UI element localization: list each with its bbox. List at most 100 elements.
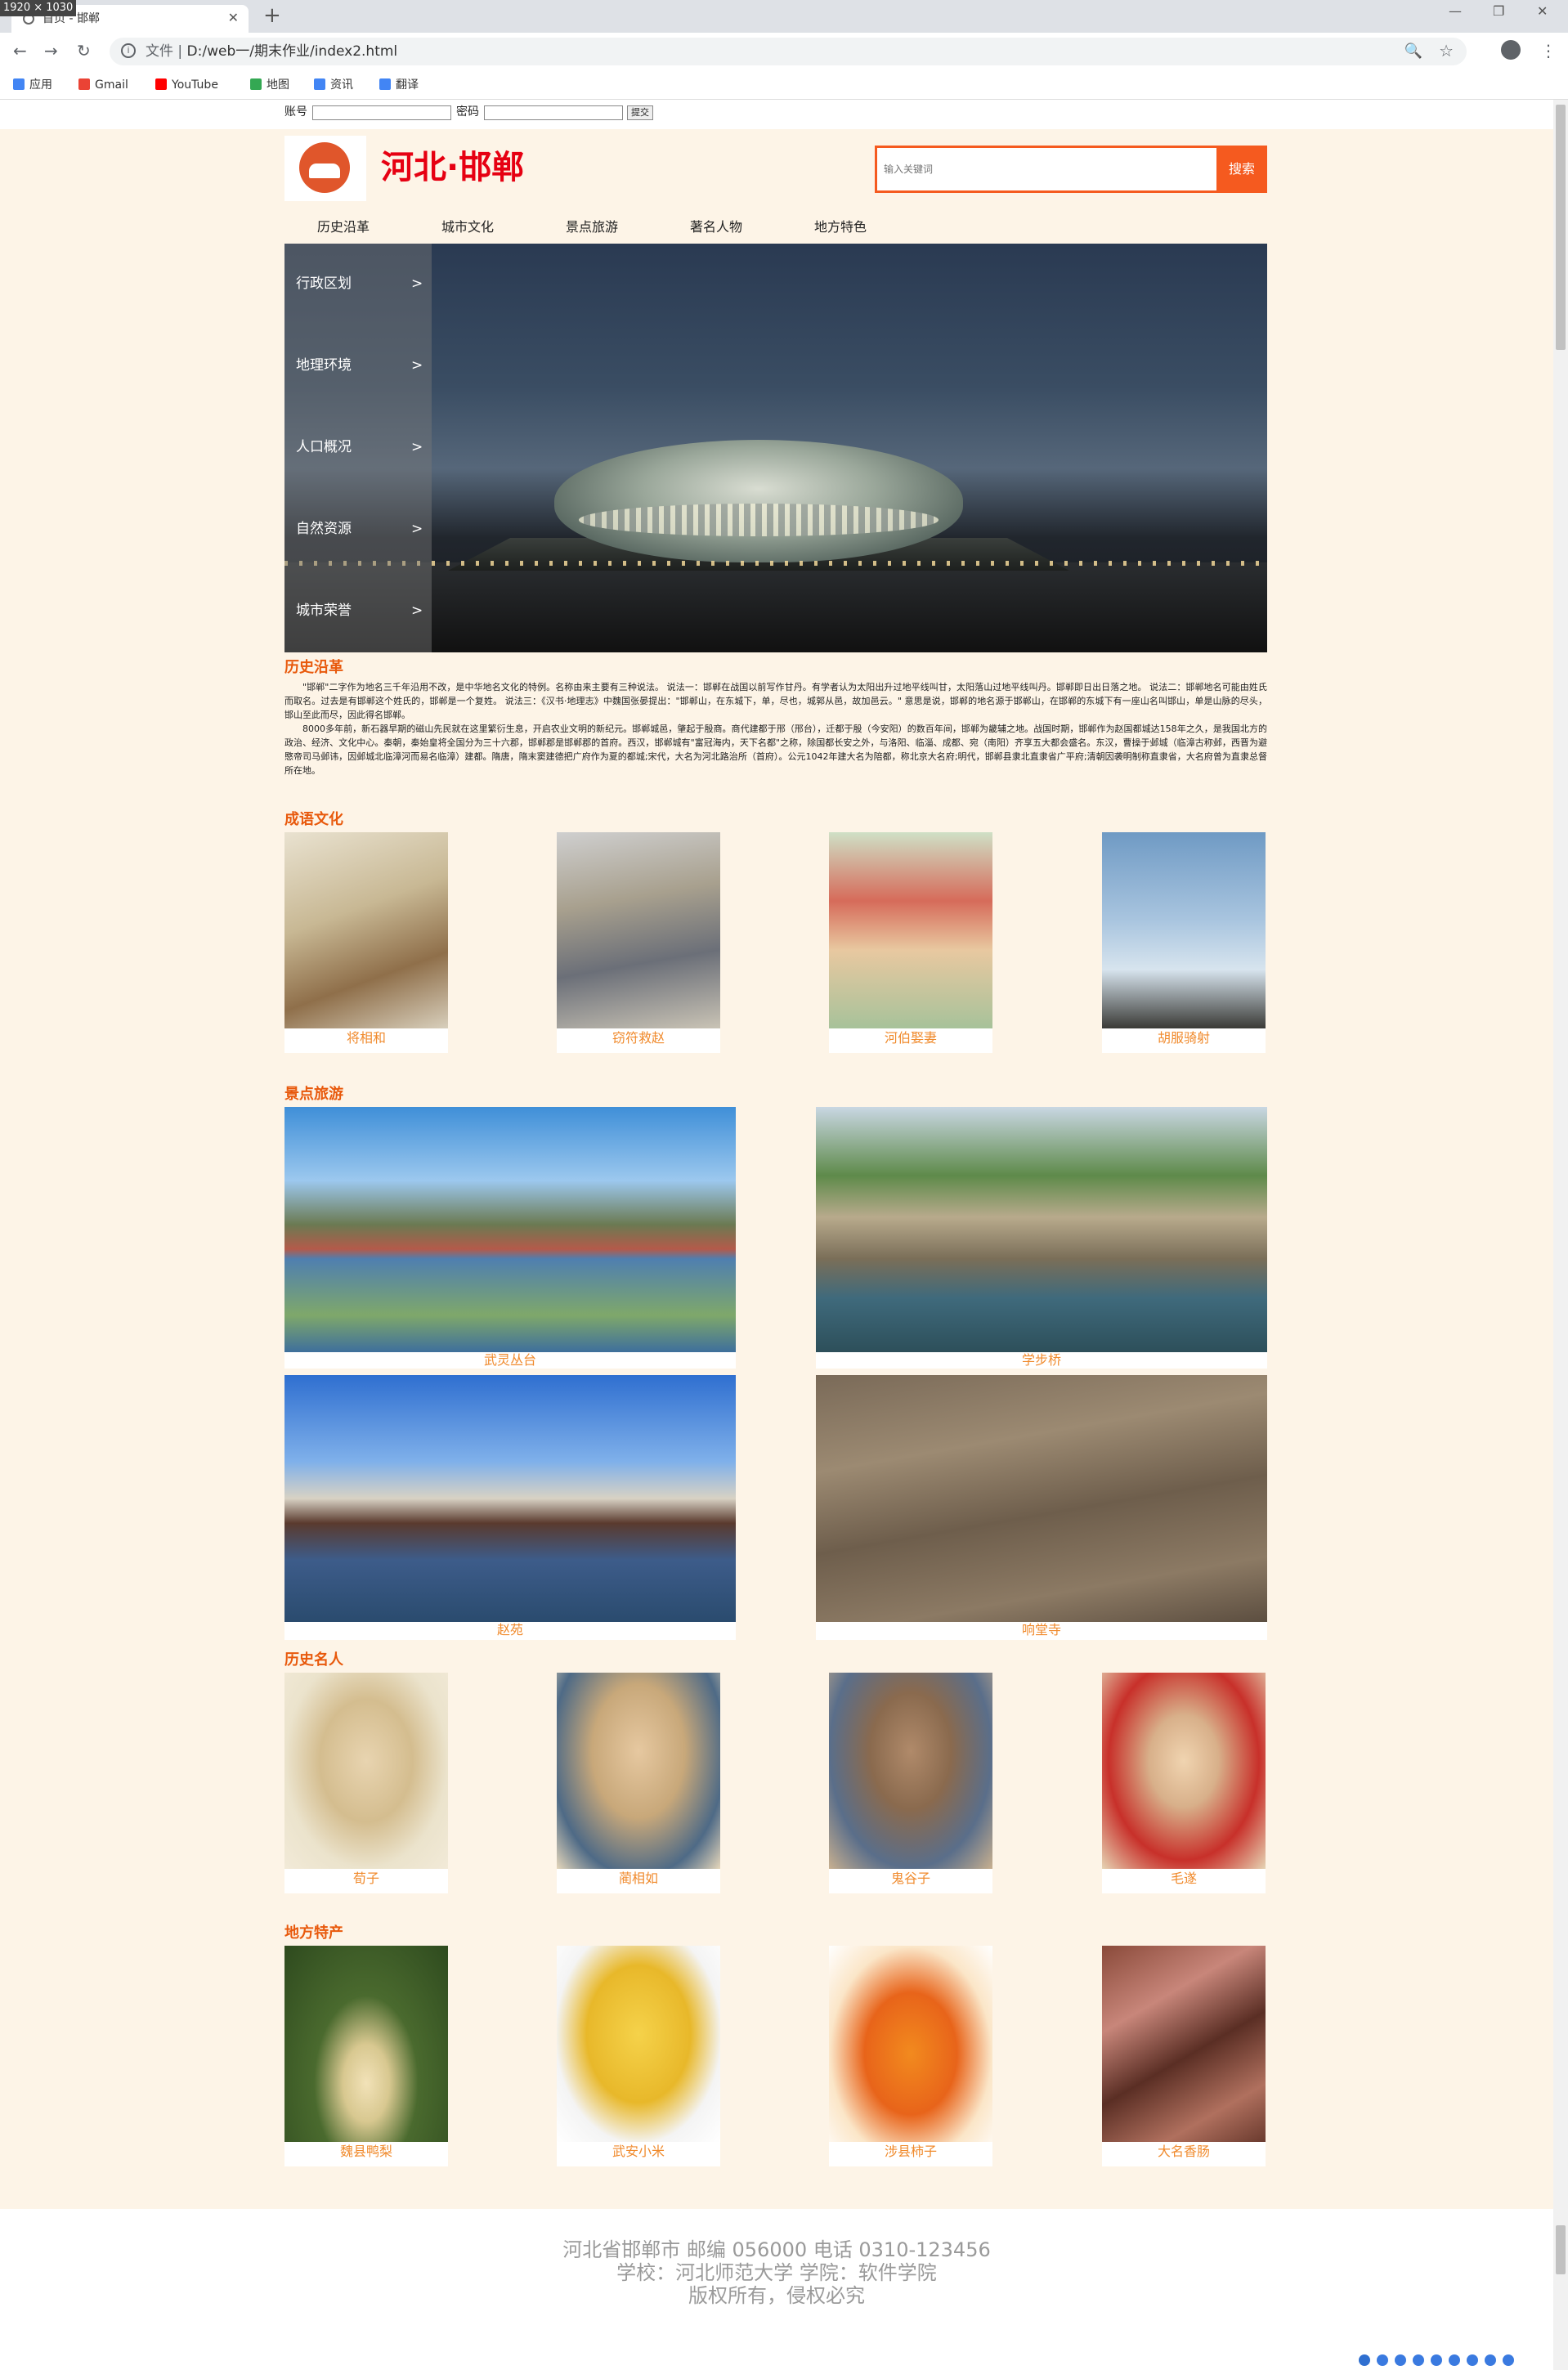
person-caption: 毛遂 (1170, 1870, 1197, 1886)
side-menu-item-admin[interactable]: 行政区划 > (284, 244, 432, 325)
menu-icon[interactable]: ⋮ (1540, 41, 1557, 60)
idiom-card[interactable]: 窃符救赵 (557, 832, 720, 1053)
section-title-people: 历史名人 (284, 1651, 343, 1669)
specialty-card[interactable]: 魏县鸭梨 (284, 1946, 448, 2166)
url-scheme: 文件 | (146, 43, 183, 60)
person-image (1102, 1673, 1266, 1869)
ime-punctuation-icon[interactable] (1395, 2354, 1406, 2366)
scenic-card[interactable]: 武灵丛台 (284, 1107, 736, 1369)
specialty-caption: 武安小米 (612, 2144, 665, 2159)
page-scrollbar[interactable] (1553, 100, 1568, 2370)
youtube-icon (155, 78, 167, 90)
scenic-image (816, 1107, 1267, 1352)
idiom-image (557, 832, 720, 1028)
maps-icon (250, 78, 262, 90)
ime-chinese-icon[interactable] (1377, 2354, 1388, 2366)
bookmark-apps[interactable]: 应用 (13, 77, 52, 93)
ime-settings-icon[interactable] (1503, 2354, 1514, 2366)
ime-logo-icon[interactable] (1359, 2354, 1370, 2366)
scrollbar-thumb[interactable] (1556, 105, 1566, 350)
address-text: 文件 | D:/web一/期末作业/index2.html (146, 43, 397, 60)
hero-banner: 行政区划 > 地理环境 > 人口概况 > 自然资源 > 城市荣誉 > (284, 244, 1267, 652)
person-card[interactable]: 荀子 (284, 1673, 448, 1893)
bookmark-label: 资讯 (330, 78, 353, 92)
scenic-image (284, 1107, 736, 1352)
side-menu-label: 人口概况 (296, 439, 352, 455)
specialty-caption: 涉县柿子 (884, 2144, 937, 2159)
section-title-specialty: 地方特产 (284, 1924, 343, 1942)
side-menu-item-population[interactable]: 人口概况 > (284, 407, 432, 489)
bookmark-label: 应用 (29, 78, 52, 92)
submit-button[interactable]: 提交 (627, 105, 653, 120)
chevron-right-icon: > (411, 439, 423, 455)
side-menu: 行政区划 > 地理环境 > 人口概况 > 自然资源 > 城市荣誉 > (284, 244, 432, 652)
specialty-card[interactable]: 涉县柿子 (829, 1946, 992, 2166)
search-button[interactable]: 搜索 (1216, 146, 1267, 193)
password-input[interactable] (484, 105, 623, 120)
ime-emoji-icon[interactable] (1413, 2354, 1424, 2366)
specialty-image (284, 1946, 448, 2142)
idiom-card[interactable]: 将相和 (284, 832, 448, 1053)
ime-scissors-icon[interactable] (1431, 2354, 1442, 2366)
footer-address: 河北省邯郸市 邮编 056000 电话 0310-123456 (562, 2238, 991, 2261)
bookmark-translate[interactable]: 翻译 (379, 77, 419, 93)
side-menu-label: 地理环境 (296, 357, 352, 374)
person-card[interactable]: 鬼谷子 (829, 1673, 992, 1893)
account-input[interactable] (312, 105, 451, 120)
person-card[interactable]: 蔺相如 (557, 1673, 720, 1893)
minimize-button[interactable]: — (1449, 3, 1462, 19)
forward-arrow-icon[interactable]: → (44, 41, 58, 60)
idiom-card[interactable]: 河伯娶妻 (829, 832, 992, 1053)
specialty-card[interactable]: 武安小米 (557, 1946, 720, 2166)
specialty-image (557, 1946, 720, 2142)
side-menu-item-honors[interactable]: 城市荣誉 > (284, 571, 432, 652)
close-window-button[interactable]: ✕ (1537, 3, 1548, 19)
back-arrow-icon[interactable]: ← (13, 41, 27, 60)
section-title-scenic: 景点旅游 (284, 1086, 343, 1103)
scenic-card[interactable]: 赵苑 (284, 1375, 736, 1640)
scenic-card[interactable]: 学步桥 (816, 1107, 1267, 1369)
search-box: 搜索 (875, 146, 1267, 193)
apps-grid-icon (13, 78, 25, 90)
person-card[interactable]: 毛遂 (1102, 1673, 1266, 1893)
nav-item-history[interactable]: 历史沿革 (317, 219, 370, 235)
nav-item-people[interactable]: 著名人物 (690, 219, 742, 235)
idiom-caption: 河伯娶妻 (884, 1030, 937, 1046)
url-path: D:/web一/期末作业/index2.html (186, 43, 398, 60)
idiom-image (829, 832, 992, 1028)
chevron-right-icon: > (411, 357, 423, 374)
info-icon[interactable]: i (121, 43, 136, 58)
bookmark-news[interactable]: 资讯 (314, 77, 353, 93)
scenic-image (284, 1375, 736, 1622)
site-logo[interactable] (284, 136, 366, 201)
idiom-card[interactable]: 胡服骑射 (1102, 832, 1266, 1053)
ime-skin-icon[interactable] (1485, 2354, 1496, 2366)
specialty-image (829, 1946, 992, 2142)
side-menu-item-resources[interactable]: 自然资源 > (284, 489, 432, 571)
person-caption: 荀子 (352, 1870, 379, 1886)
scenic-card[interactable]: 响堂寺 (816, 1375, 1267, 1640)
address-bar[interactable]: i 文件 | D:/web一/期末作业/index2.html 🔍 ☆ (110, 38, 1467, 65)
search-input[interactable] (884, 159, 1211, 179)
side-menu-item-geography[interactable]: 地理环境 > (284, 325, 432, 407)
ime-user-icon[interactable] (1467, 2354, 1478, 2366)
specialty-card[interactable]: 大名香肠 (1102, 1946, 1266, 2166)
ime-keyboard-icon[interactable] (1449, 2354, 1460, 2366)
profile-avatar[interactable] (1501, 40, 1521, 60)
bookmark-label: 地图 (267, 78, 289, 92)
bookmark-star-icon[interactable]: ☆ (1439, 41, 1454, 60)
nav-item-tourism[interactable]: 景点旅游 (566, 219, 618, 235)
idiom-caption: 窃符救赵 (612, 1030, 665, 1046)
new-tab-button[interactable]: + (263, 5, 281, 26)
restore-button[interactable]: ❐ (1493, 3, 1504, 19)
bookmark-gmail[interactable]: Gmail (78, 77, 128, 93)
nav-item-culture[interactable]: 城市文化 (441, 219, 494, 235)
nav-item-specialty[interactable]: 地方特色 (814, 219, 867, 235)
scrollbar-thumb-lower[interactable] (1556, 2225, 1566, 2274)
bookmark-maps[interactable]: 地图 (250, 77, 289, 93)
tab-close-icon[interactable]: ✕ (228, 10, 239, 25)
reload-icon[interactable]: ↻ (77, 41, 91, 60)
browser-toolbar: ← → ↻ i 文件 | D:/web一/期末作业/index2.html 🔍 … (0, 33, 1568, 70)
zoom-icon[interactable]: 🔍 (1404, 43, 1422, 60)
bookmark-youtube[interactable]: YouTube (155, 77, 218, 93)
